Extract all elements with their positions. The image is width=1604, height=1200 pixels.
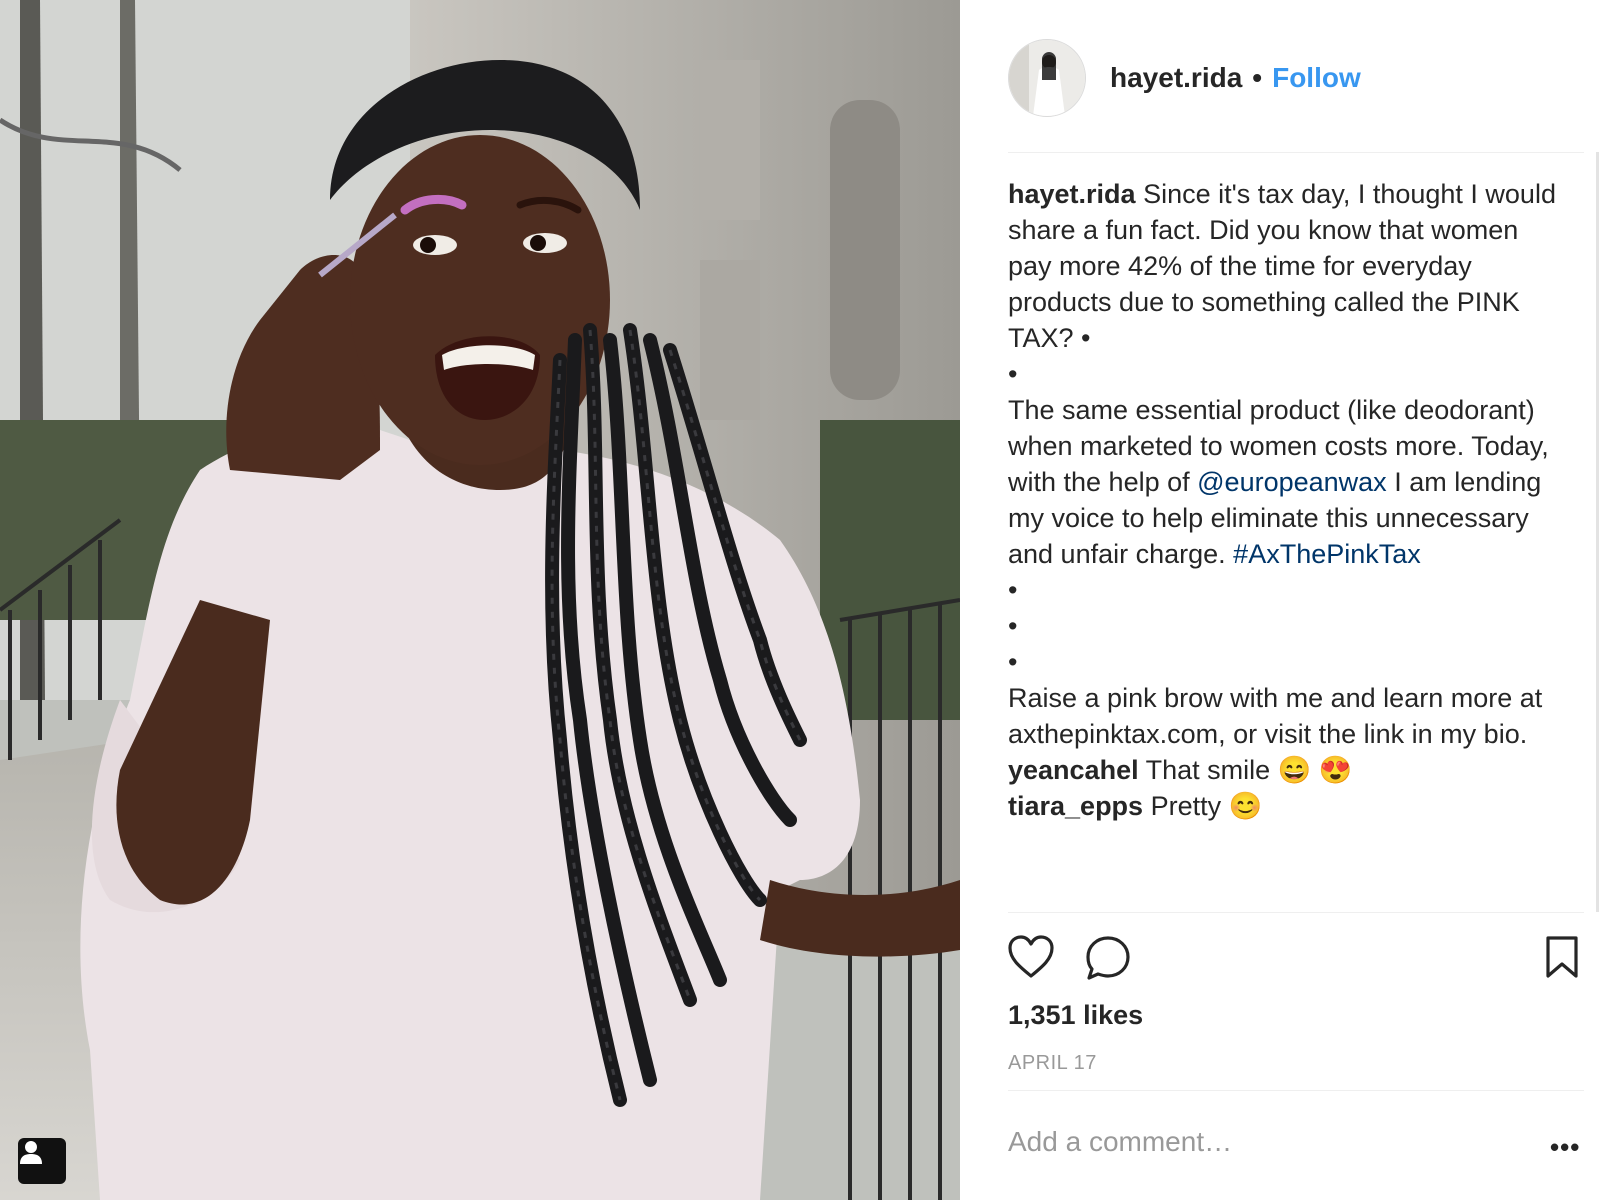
photo-illustration bbox=[0, 0, 960, 1200]
likes-count[interactable]: 1,351 likes bbox=[1008, 1000, 1143, 1031]
add-comment-input[interactable] bbox=[1008, 1126, 1508, 1158]
avatar[interactable] bbox=[1008, 39, 1086, 117]
bookmark-icon bbox=[1546, 936, 1578, 978]
person-icon bbox=[20, 1141, 42, 1164]
header-divider bbox=[1008, 152, 1584, 153]
comments-list[interactable]: hayet.rida Since it's tax day, I thought… bbox=[1008, 176, 1568, 912]
post-author-username[interactable]: hayet.rida bbox=[1110, 62, 1242, 94]
caption: hayet.rida Since it's tax day, I thought… bbox=[1008, 176, 1568, 356]
caption-paragraph-2: The same essential product (like deodora… bbox=[1008, 392, 1568, 572]
comment-text: That smile bbox=[1145, 755, 1271, 785]
follow-button[interactable]: Follow bbox=[1272, 62, 1361, 94]
caption-bullet: • bbox=[1008, 575, 1018, 605]
comment-username[interactable]: yeancahel bbox=[1008, 755, 1139, 785]
speech-bubble-icon bbox=[1086, 936, 1130, 980]
comment-emoji: 😊 bbox=[1228, 791, 1263, 821]
post-photo[interactable] bbox=[0, 0, 960, 1200]
post-actions bbox=[1006, 934, 1584, 984]
save-button[interactable] bbox=[1542, 934, 1582, 985]
comment-username[interactable]: tiara_epps bbox=[1008, 791, 1143, 821]
comments-scrollbar[interactable] bbox=[1596, 152, 1599, 912]
caption-text-4: Raise a pink brow with me and learn more… bbox=[1008, 683, 1543, 749]
caption-bullet: • bbox=[1008, 647, 1018, 677]
post-details-panel: hayet.rida • Follow hayet.rida Since it'… bbox=[960, 0, 1604, 1200]
heart-icon bbox=[1008, 935, 1054, 978]
comment-text: Pretty bbox=[1150, 791, 1222, 821]
comments-divider bbox=[1008, 912, 1584, 913]
caption-bullet: • bbox=[1008, 611, 1018, 641]
like-button[interactable] bbox=[1006, 934, 1056, 985]
caption-bullet: • bbox=[1008, 359, 1018, 389]
footer-divider bbox=[1008, 1090, 1584, 1091]
hashtag-link[interactable]: #AxThePinkTax bbox=[1233, 539, 1421, 569]
header-separator: • bbox=[1252, 62, 1263, 93]
comment-item: yeancahel That smile 😄 😍 bbox=[1008, 752, 1568, 788]
comment-item: tiara_epps Pretty 😊 bbox=[1008, 788, 1568, 824]
caption-username[interactable]: hayet.rida bbox=[1008, 179, 1136, 209]
more-options-button[interactable]: ••• bbox=[1550, 1132, 1580, 1163]
user-tag-button[interactable] bbox=[18, 1138, 66, 1184]
avatar-image bbox=[1009, 40, 1085, 116]
comment-emoji: 😄 😍 bbox=[1277, 755, 1353, 785]
mention-link[interactable]: @europeanwax bbox=[1197, 467, 1387, 497]
comment-button[interactable] bbox=[1084, 934, 1132, 987]
post-date[interactable]: APRIL 17 bbox=[1008, 1052, 1097, 1075]
post-header: hayet.rida • Follow bbox=[1008, 38, 1361, 118]
